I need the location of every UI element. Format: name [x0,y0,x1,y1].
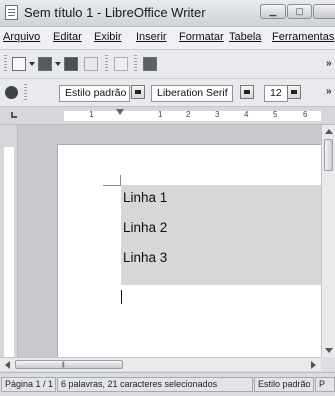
new-dropdown-arrow[interactable] [29,62,35,66]
menu-ferramentas[interactable]: Ferramentas [272,31,334,43]
vertical-scrollbar[interactable] [321,125,335,357]
menu-bar: Arquivo Editar Exibir Inserir Formatar T… [0,27,335,50]
ruler-number: 3 [215,110,220,119]
toolbar-separator [105,55,108,73]
edit-file-icon[interactable] [114,57,128,71]
scroll-right-icon[interactable] [311,361,316,369]
print-icon[interactable] [143,57,157,71]
status-language[interactable]: P [315,377,335,392]
toolbar-overflow-icon-2[interactable]: » [326,86,332,97]
vertical-ruler[interactable] [0,125,18,357]
vertical-scroll-thumb[interactable] [324,139,333,171]
export-pdf-icon[interactable] [84,57,98,71]
minimize-button[interactable]: ▁ [260,4,286,19]
status-page-style[interactable]: Estilo padrão [254,377,314,392]
ruler-number: 1 [89,110,94,119]
standard-toolbar: » [0,50,335,79]
horizontal-scrollbar[interactable]: ||| [0,357,321,371]
formatting-toolbar: Estilo padrão Liberation Serif 12 » [0,79,335,107]
ruler-track [64,111,321,121]
libreoffice-writer-window: Sem título 1 - LibreOffice Writer ▁ ▢ Ar… [0,0,335,396]
maximize-icon: ▢ [295,6,304,16]
open-dropdown-arrow[interactable] [55,62,61,66]
toolbar-separator-2 [134,55,137,73]
scroll-left-icon[interactable] [5,361,10,369]
ruler-number: 6 [303,110,308,119]
paragraph-line-1[interactable]: Linha 1 [123,190,167,205]
maximize-button[interactable]: ▢ [287,4,312,19]
scroll-grip-icon: ||| [62,362,65,368]
new-document-icon[interactable] [12,57,26,71]
scroll-down-icon[interactable] [325,348,333,353]
ruler-number: 5 [273,110,278,119]
font-size-dropdown[interactable] [287,85,301,99]
status-bar: Página 1 / 1 6 palavras, 21 caracteres s… [0,372,335,396]
vertical-ruler-track [4,147,14,357]
ruler-number: 4 [244,110,249,119]
menu-formatar[interactable]: Formatar [179,31,224,43]
document-area[interactable]: Linha 1 Linha 2 Linha 3 [18,125,321,357]
paragraph-style-combo[interactable]: Estilo padrão [59,85,130,102]
close-button[interactable] [313,4,335,19]
writer-document-icon [5,5,18,20]
scroll-up-icon[interactable] [325,129,333,134]
title-bar[interactable]: Sem título 1 - LibreOffice Writer ▁ ▢ [0,0,335,27]
horizontal-scroll-thumb[interactable]: ||| [15,360,123,369]
horizontal-ruler[interactable]: 1 1 2 3 4 5 6 [0,107,335,125]
window-title: Sem título 1 - LibreOffice Writer [24,5,206,20]
ruler-number: 2 [186,110,191,119]
toolbar-grip[interactable] [4,55,7,73]
menu-tabela[interactable]: Tabela [229,31,261,43]
font-name-combo[interactable]: Liberation Serif [151,85,233,102]
paragraph-line-2[interactable]: Linha 2 [123,220,167,235]
save-icon[interactable] [64,57,78,71]
font-name-dropdown[interactable] [240,85,254,99]
menu-arquivo[interactable]: Arquivo [3,31,40,43]
ruler-number: 1 [158,110,163,119]
paragraph-style-dropdown[interactable] [131,85,145,99]
scrollbar-corner [321,357,335,371]
text-boundary-corner [120,175,121,185]
styles-navigator-icon[interactable] [5,86,18,99]
font-size-combo[interactable]: 12 [264,85,288,102]
text-cursor [121,290,122,304]
menu-editar[interactable]: Editar [53,31,82,43]
paragraph-line-3[interactable]: Linha 3 [123,250,167,265]
status-page-number[interactable]: Página 1 / 1 [1,377,56,392]
menu-inserir[interactable]: Inserir [136,31,167,43]
toolbar-grip-2[interactable] [24,84,27,102]
tab-stop-icon[interactable] [11,112,17,118]
document-page[interactable]: Linha 1 Linha 2 Linha 3 [58,145,321,357]
indent-marker-icon[interactable] [116,109,124,115]
toolbar-overflow-icon[interactable]: » [326,58,332,69]
text-boundary-corner-h [103,185,121,186]
menu-exibir[interactable]: Exibir [94,31,122,43]
open-folder-icon[interactable] [38,57,52,71]
status-word-count[interactable]: 6 palavras, 21 caracteres selecionados [57,377,253,392]
minimize-icon: ▁ [269,6,277,16]
